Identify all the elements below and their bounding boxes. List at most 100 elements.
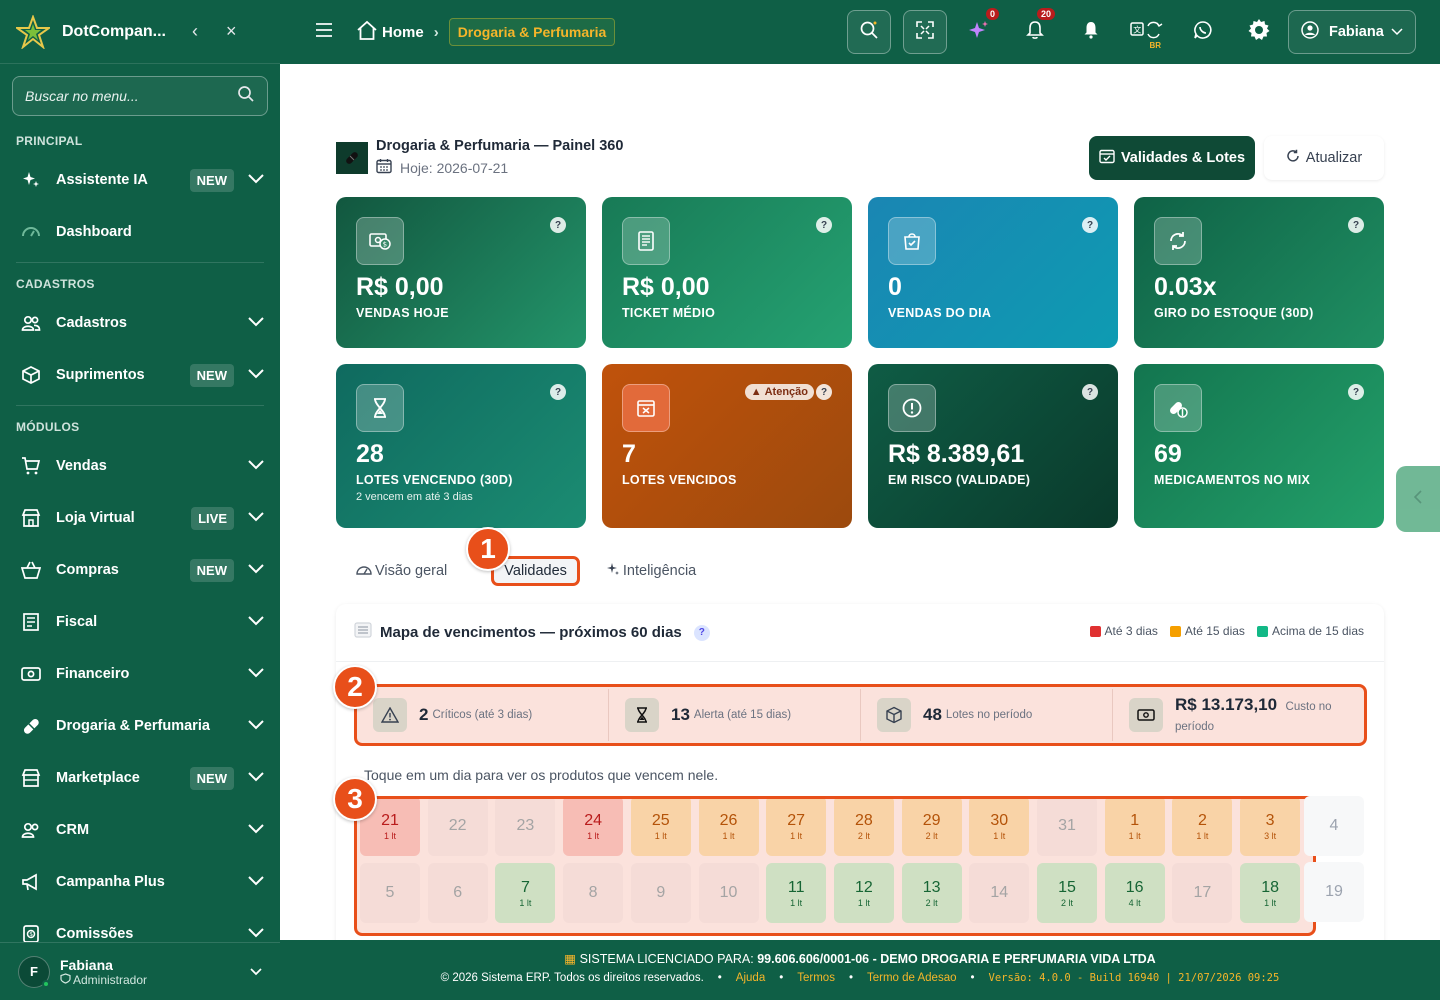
validades-lotes-button[interactable]: Validades & Lotes	[1089, 136, 1255, 180]
adhesion-terms-link[interactable]: Termo de Adesao	[867, 972, 957, 984]
calendar-day[interactable]: 18 1 lt	[1240, 863, 1301, 923]
sidebar-item-crm[interactable]: CRM	[0, 804, 280, 856]
hamburger-menu-icon[interactable]	[316, 22, 332, 42]
calendar-day[interactable]: 23	[495, 799, 556, 856]
calendar-day[interactable]: 30 1 lt	[969, 799, 1030, 856]
kpi-vendas-do-dia[interactable]: ? 0 VENDAS DO DIA	[868, 197, 1118, 348]
pill-icon	[20, 715, 42, 737]
user-menu-button[interactable]: Fabiana	[1288, 10, 1416, 54]
calendar-day[interactable]: 6	[427, 863, 488, 923]
sidebar-item-marketplace[interactable]: Marketplace NEW	[0, 752, 280, 804]
calendar-day[interactable]: 28 2 lt	[833, 799, 894, 856]
breadcrumb-home[interactable]: Home	[382, 24, 424, 41]
calendar-day[interactable]: 8	[563, 863, 624, 923]
sidebar-item-suprimentos[interactable]: Suprimentos NEW	[0, 349, 280, 401]
search-button[interactable]	[847, 10, 891, 54]
search-icon[interactable]	[237, 85, 255, 108]
settings-button[interactable]	[1237, 10, 1281, 54]
help-icon[interactable]: ?	[1082, 384, 1098, 400]
notifications-button[interactable]: 20	[1013, 8, 1057, 54]
calendar-day[interactable]: 14	[969, 863, 1030, 923]
alert-circle-icon	[888, 384, 936, 432]
user-role: Administrador	[60, 973, 250, 987]
calendar-day[interactable]: 17	[1172, 863, 1233, 923]
help-icon[interactable]: ?	[550, 217, 566, 233]
kpi-vendas-hoje[interactable]: $ ? R$ 0,00 VENDAS HOJE	[336, 197, 586, 348]
sidebar-item-vendas[interactable]: Vendas	[0, 440, 280, 492]
calendar-day[interactable]: 9	[630, 863, 691, 923]
sidebar-item-fiscal[interactable]: Fiscal	[0, 596, 280, 648]
user-name: Fabiana	[60, 956, 113, 973]
help-link[interactable]: Ajuda	[736, 972, 765, 984]
calendar-day[interactable]: 29 2 lt	[901, 799, 962, 856]
stat-value: R$ 13.173,10	[1175, 695, 1278, 714]
chevron-down-icon	[248, 314, 264, 332]
help-icon[interactable]: ?	[693, 624, 710, 641]
calendar-day[interactable]: 26 1 lt	[698, 799, 759, 856]
calendar-day[interactable]: 33 lt	[1240, 799, 1301, 856]
language-button[interactable]: 文 BR	[1125, 10, 1169, 54]
help-icon[interactable]: ?	[816, 217, 832, 233]
calendar-day[interactable]: 15 2 lt	[1037, 863, 1097, 923]
calendar-day[interactable]: 22	[427, 799, 488, 856]
bullet-separator: •	[779, 972, 784, 984]
calendar-day[interactable]: 24 1 lt	[563, 799, 624, 856]
kpi-lotes-vencidos[interactable]: ▲ Atenção ? 7 LOTES VENCIDOS	[602, 364, 852, 528]
home-icon[interactable]	[356, 19, 378, 45]
sidebar-item-compras[interactable]: Compras NEW	[0, 544, 280, 596]
tab-visao-geral[interactable]: Visão geral	[356, 562, 447, 580]
fullscreen-button[interactable]	[903, 10, 947, 54]
tab-inteligencia[interactable]: Inteligência	[606, 562, 696, 580]
chevron-down-icon	[248, 769, 264, 787]
calendar-day[interactable]: 31	[1037, 799, 1097, 856]
ai-assistant-button[interactable]: 0	[957, 8, 1001, 54]
sidebar-item-financeiro[interactable]: Financeiro	[0, 648, 280, 700]
sidebar-item-assistente-ia[interactable]: Assistente IA NEW	[0, 154, 280, 206]
close-icon[interactable]: ×	[226, 21, 237, 42]
whatsapp-button[interactable]	[1181, 10, 1225, 54]
help-icon[interactable]: ?	[1348, 217, 1364, 233]
calendar-day[interactable]: 11 lt	[1104, 799, 1165, 856]
star-logo-icon	[16, 14, 50, 49]
kpi-label: VENDAS HOJE	[356, 306, 449, 320]
sidebar-item-drogaria-perfumaria[interactable]: Drogaria & Perfumaria	[0, 700, 280, 752]
calendar-day[interactable]: 25 1 lt	[630, 799, 691, 856]
bullet-separator: •	[848, 972, 853, 984]
sidebar-user[interactable]: F Fabiana Administrador	[0, 942, 280, 1000]
kpi-label: GIRO DO ESTOQUE (30D)	[1154, 306, 1314, 320]
help-icon[interactable]: ?	[550, 384, 566, 400]
kpi-medicamentos-mix[interactable]: ? 69 MEDICAMENTOS NO MIX	[1134, 364, 1384, 528]
calendar-day-outside[interactable]: 4	[1304, 796, 1364, 856]
menu-search-input[interactable]	[25, 88, 237, 104]
help-icon[interactable]: ?	[816, 384, 832, 400]
calendar-day-outside[interactable]: 19	[1304, 862, 1364, 922]
calendar-day[interactable]: 27 1 lt	[766, 799, 827, 856]
chevron-left-icon[interactable]: ‹	[192, 21, 198, 42]
kpi-em-risco[interactable]: ? R$ 8.389,61 EM RISCO (VALIDADE)	[868, 364, 1118, 528]
help-icon[interactable]: ?	[1082, 217, 1098, 233]
calendar-day[interactable]: 13 2 lt	[901, 863, 962, 923]
calendar-day-count: 2 lt	[857, 830, 870, 841]
kpi-lotes-vencendo[interactable]: ? 28 LOTES VENCENDO (30D) 2 vencem em at…	[336, 364, 586, 528]
kpi-giro-estoque[interactable]: ? 0.03x GIRO DO ESTOQUE (30D)	[1134, 197, 1384, 348]
new-badge: NEW	[189, 363, 234, 387]
sidebar-item-cadastros[interactable]: Cadastros	[0, 297, 280, 349]
help-icon[interactable]: ?	[1348, 384, 1364, 400]
calendar-day[interactable]: 71 lt	[495, 863, 556, 923]
terms-link[interactable]: Termos	[797, 972, 835, 984]
avatar: F	[18, 955, 50, 988]
calendar-day[interactable]: 21 lt	[1172, 799, 1233, 856]
calendar-day[interactable]: 12 1 lt	[833, 863, 894, 923]
alerts-button[interactable]	[1069, 10, 1113, 54]
stat-custo: R$ 13.173,10 Custo no período	[1113, 689, 1364, 741]
calendar-day[interactable]: 11 1 lt	[766, 863, 827, 923]
sidebar-item-campanha-plus[interactable]: Campanha Plus	[0, 856, 280, 908]
calendar-day[interactable]: 16 4 lt	[1104, 863, 1165, 923]
sidebar-item-loja-virtual[interactable]: Loja Virtual LIVE	[0, 492, 280, 544]
refresh-button[interactable]: Atualizar	[1264, 136, 1384, 180]
calendar-day[interactable]: 10	[698, 863, 759, 923]
side-panel-toggle[interactable]	[1396, 466, 1440, 532]
calendar-day[interactable]: 5	[360, 863, 420, 923]
sidebar-item-dashboard[interactable]: Dashboard	[0, 206, 280, 258]
kpi-ticket-medio[interactable]: ? R$ 0,00 TICKET MÉDIO	[602, 197, 852, 348]
